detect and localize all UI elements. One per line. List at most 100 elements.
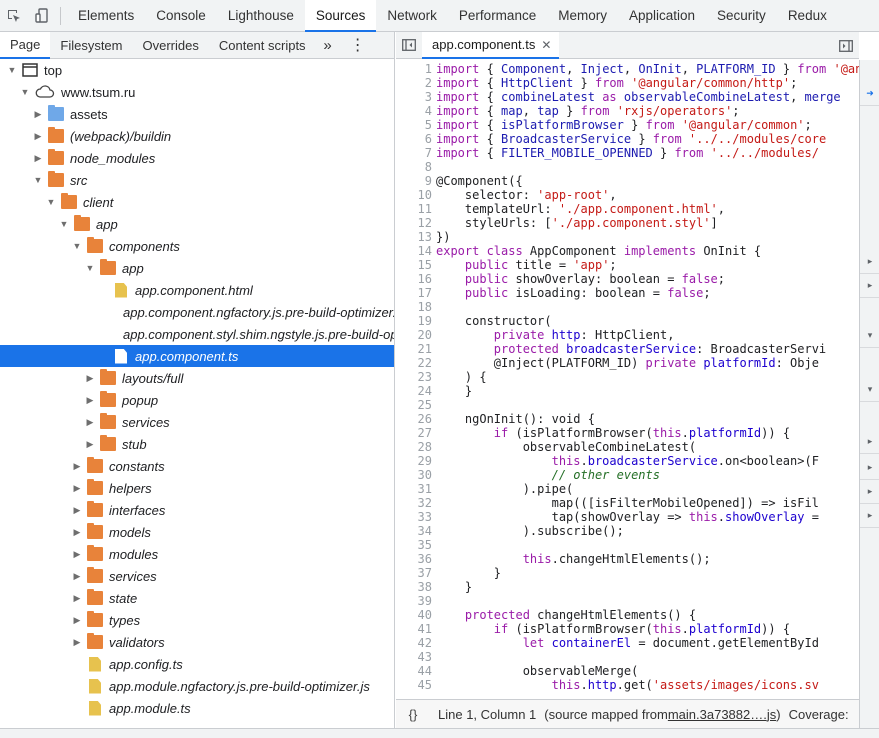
- line-number[interactable]: 28: [396, 440, 436, 454]
- line-number[interactable]: 32: [396, 496, 436, 510]
- line-number[interactable]: 11: [396, 202, 436, 216]
- line-number[interactable]: 9: [396, 174, 436, 188]
- tree-item[interactable]: ▼ top: [0, 59, 394, 81]
- collapsed-arrow-icon[interactable]: ▶: [32, 108, 44, 120]
- expanded-arrow-icon[interactable]: ▼: [6, 64, 18, 76]
- expand-arrow-icon[interactable]: ▸: [860, 274, 879, 298]
- nav-tab-page[interactable]: Page: [0, 32, 51, 59]
- tree-item[interactable]: ▶ services: [0, 411, 394, 433]
- pretty-print-button[interactable]: {}: [396, 707, 430, 722]
- line-number[interactable]: 1: [396, 62, 436, 76]
- collapsed-arrow-icon[interactable]: ▶: [32, 152, 44, 164]
- line-number[interactable]: 8: [396, 160, 436, 174]
- toggle-debugger-icon[interactable]: [833, 32, 859, 59]
- tab-performance[interactable]: Performance: [448, 0, 547, 32]
- collapse-arrow-icon[interactable]: ▾: [860, 324, 879, 348]
- resume-arrow-icon[interactable]: ➜: [860, 82, 879, 106]
- tree-item[interactable]: ▶ modules: [0, 543, 394, 565]
- line-number[interactable]: 29: [396, 454, 436, 468]
- tree-item[interactable]: ▼ www.tsum.ru: [0, 81, 394, 103]
- expanded-arrow-icon[interactable]: ▼: [32, 174, 44, 186]
- expand-arrow-icon[interactable]: ▸: [860, 456, 879, 480]
- collapsed-arrow-icon[interactable]: ▶: [84, 438, 96, 450]
- line-number[interactable]: 17: [396, 286, 436, 300]
- tree-item[interactable]: app.component.ts: [0, 345, 394, 367]
- tab-network[interactable]: Network: [376, 0, 448, 32]
- line-number[interactable]: 4: [396, 104, 436, 118]
- tree-item[interactable]: ▶ constants: [0, 455, 394, 477]
- code-area[interactable]: 1 import { Component, Inject, OnInit, PLA…: [396, 62, 859, 699]
- line-number[interactable]: 40: [396, 608, 436, 622]
- close-icon[interactable]: ✕: [541, 38, 551, 52]
- tab-lighthouse[interactable]: Lighthouse: [217, 0, 305, 32]
- expanded-arrow-icon[interactable]: ▼: [19, 86, 31, 98]
- tab-memory[interactable]: Memory: [547, 0, 618, 32]
- expand-arrow-icon[interactable]: ▸: [860, 504, 879, 528]
- line-number[interactable]: 20: [396, 328, 436, 342]
- source-map-link[interactable]: main.3a73882….js: [668, 707, 776, 722]
- more-options-kebab-icon[interactable]: ⋮: [346, 35, 370, 55]
- tree-item[interactable]: ▶ services: [0, 565, 394, 587]
- editor-file-tab[interactable]: app.component.ts ✕: [422, 31, 560, 59]
- line-number[interactable]: 44: [396, 664, 436, 678]
- tree-item[interactable]: ▶ validators: [0, 631, 394, 653]
- expand-arrow-icon[interactable]: ▸: [860, 250, 879, 274]
- line-number[interactable]: 33: [396, 510, 436, 524]
- line-number[interactable]: 25: [396, 398, 436, 412]
- nav-tab-content-scripts[interactable]: Content scripts: [209, 32, 316, 59]
- tab-application[interactable]: Application: [618, 0, 706, 32]
- tree-item[interactable]: app.component.ngfactory.js.pre-build-opt…: [0, 301, 394, 323]
- expand-arrow-icon[interactable]: ▸: [860, 430, 879, 454]
- expanded-arrow-icon[interactable]: ▼: [71, 240, 83, 252]
- tree-item[interactable]: ▼ app: [0, 257, 394, 279]
- line-number[interactable]: 39: [396, 594, 436, 608]
- line-number[interactable]: 37: [396, 566, 436, 580]
- tab-security[interactable]: Security: [706, 0, 777, 32]
- collapsed-arrow-icon[interactable]: ▶: [71, 482, 83, 494]
- collapsed-arrow-icon[interactable]: ▶: [84, 394, 96, 406]
- tree-item[interactable]: app.config.ts: [0, 653, 394, 675]
- inspect-element-icon[interactable]: [0, 0, 28, 32]
- tab-redux[interactable]: Redux: [777, 0, 838, 32]
- line-number[interactable]: 7: [396, 146, 436, 160]
- expanded-arrow-icon[interactable]: ▼: [84, 262, 96, 274]
- collapsed-arrow-icon[interactable]: ▶: [84, 416, 96, 428]
- collapsed-arrow-icon[interactable]: ▶: [71, 504, 83, 516]
- tree-item[interactable]: ▼ client: [0, 191, 394, 213]
- line-number[interactable]: 13: [396, 230, 436, 244]
- nav-tab-filesystem[interactable]: Filesystem: [50, 32, 132, 59]
- tree-item[interactable]: ▶ state: [0, 587, 394, 609]
- line-number[interactable]: 26: [396, 412, 436, 426]
- collapsed-arrow-icon[interactable]: ▶: [71, 526, 83, 538]
- tree-item[interactable]: ▶ node_modules: [0, 147, 394, 169]
- collapse-arrow-icon[interactable]: ▾: [860, 378, 879, 402]
- tree-item[interactable]: ▶ helpers: [0, 477, 394, 499]
- toggle-navigator-icon[interactable]: [396, 32, 422, 59]
- tree-item[interactable]: app.component.styl.shim.ngstyle.js.pre-b…: [0, 323, 394, 345]
- collapsed-arrow-icon[interactable]: ▶: [71, 570, 83, 582]
- line-number[interactable]: 6: [396, 132, 436, 146]
- collapsed-arrow-icon[interactable]: ▶: [71, 636, 83, 648]
- line-number[interactable]: 43: [396, 650, 436, 664]
- line-number[interactable]: 2: [396, 76, 436, 90]
- tree-item[interactable]: ▶ models: [0, 521, 394, 543]
- line-number[interactable]: 41: [396, 622, 436, 636]
- tree-item[interactable]: ▼ app: [0, 213, 394, 235]
- expand-arrow-icon[interactable]: ▸: [860, 480, 879, 504]
- tree-item[interactable]: ▶ (webpack)/buildin: [0, 125, 394, 147]
- tree-item[interactable]: ▶ popup: [0, 389, 394, 411]
- collapsed-arrow-icon[interactable]: ▶: [71, 592, 83, 604]
- line-number[interactable]: 19: [396, 314, 436, 328]
- tab-sources[interactable]: Sources: [304, 0, 377, 32]
- tab-console[interactable]: Console: [145, 0, 217, 32]
- line-number[interactable]: 12: [396, 216, 436, 230]
- collapsed-arrow-icon[interactable]: ▶: [71, 460, 83, 472]
- line-number[interactable]: 38: [396, 580, 436, 594]
- collapsed-arrow-icon[interactable]: ▶: [32, 130, 44, 142]
- tree-item[interactable]: ▼ src: [0, 169, 394, 191]
- line-number[interactable]: 27: [396, 426, 436, 440]
- line-number[interactable]: 36: [396, 552, 436, 566]
- nav-tab-overrides[interactable]: Overrides: [133, 32, 209, 59]
- tab-elements[interactable]: Elements: [67, 0, 145, 32]
- collapsed-arrow-icon[interactable]: ▶: [71, 548, 83, 560]
